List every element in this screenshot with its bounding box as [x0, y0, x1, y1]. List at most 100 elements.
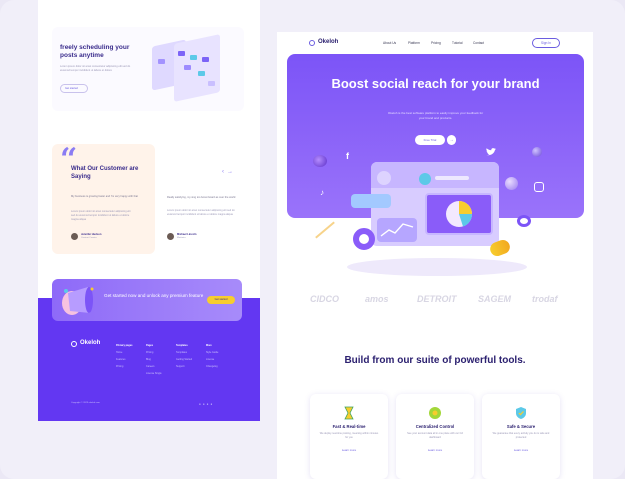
brand-logo: SAGEM — [478, 294, 512, 304]
calendar-illustration — [148, 34, 234, 103]
sphere-decoration — [505, 177, 518, 190]
shield-icon — [514, 406, 528, 420]
feature-card: Fast & Real-time We deploy real-time pos… — [310, 394, 388, 479]
feature-text: We deploy real-time posting, meaning wit… — [319, 432, 379, 439]
free-trial-button[interactable]: Free Trial — [415, 135, 445, 145]
arrow-right-icon[interactable]: → — [227, 169, 236, 175]
footer-link[interactable]: Style Guide — [206, 351, 218, 354]
footer-link[interactable]: Careers — [146, 365, 155, 368]
twitter-icon — [486, 143, 496, 156]
footer-link[interactable]: Home — [116, 351, 122, 354]
learn-more-link[interactable]: Learn more — [310, 448, 388, 452]
feature-text: We guarantee that every activity you do … — [492, 432, 550, 439]
nav-logo[interactable]: Okeloh — [318, 39, 338, 45]
ring-decoration — [313, 155, 327, 167]
footer-link[interactable]: Templates — [176, 351, 187, 354]
line-chart-card — [377, 218, 417, 242]
scheduling-description: Lorem ipsum dolor sit amet consectetur a… — [60, 65, 131, 72]
testimonial-role: Content Creator — [81, 237, 97, 239]
brand-logo: trodaf — [532, 294, 558, 304]
feature-title: Safe & Secure — [506, 424, 536, 429]
facebook-icon: f — [346, 151, 349, 161]
pie-chart-card — [425, 193, 493, 235]
avatar — [167, 233, 174, 240]
footer-logo[interactable]: Okeloh — [80, 340, 100, 346]
brand-logo: CIDCO — [310, 294, 339, 304]
nav-pricing[interactable]: Pricing — [431, 41, 441, 45]
dashboard-bar — [435, 176, 469, 180]
ring-decoration — [353, 228, 375, 250]
nav-tutorial[interactable]: Tutorial — [452, 41, 463, 45]
footer-link[interactable]: Getting Started — [176, 358, 192, 361]
nav-about[interactable]: About Us — [383, 41, 396, 45]
footer-column: Templates Templates Getting Started Supp… — [176, 342, 192, 370]
avatar — [71, 233, 78, 240]
nav-contact[interactable]: Contact — [473, 41, 484, 45]
feature-card: Safe & Secure We guarantee that every ac… — [482, 394, 560, 479]
footer-col-head: Primary pages — [116, 344, 133, 347]
ring-decoration — [517, 215, 531, 227]
scheduling-button[interactable]: Get started — [60, 84, 88, 93]
testimonial-card: “ What Our Customer are Saying My busine… — [52, 142, 155, 254]
linkedin-icon[interactable]: ● — [210, 402, 214, 406]
tiktok-icon: ♪ — [320, 188, 324, 197]
testimonial-name-2: Michael Lincoln — [177, 233, 197, 236]
megaphone-icon — [62, 287, 94, 315]
right-page: Okeloh About Us Platform Pricing Tutoria… — [277, 32, 593, 479]
footer-col-head: More — [206, 344, 212, 347]
left-page: freely scheduling your posts anytime Lor… — [38, 0, 260, 421]
scheduling-section: freely scheduling your posts anytime Lor… — [52, 27, 244, 111]
brand-logo: amos — [365, 294, 389, 304]
footer-link[interactable]: Features — [116, 358, 125, 361]
footer-link[interactable]: Pricing — [146, 351, 153, 354]
feature-text: See your account data all in one place w… — [407, 432, 463, 439]
testimonial-role-2: Marketer — [177, 237, 186, 239]
testimonials-heading: What Our Customer are Saying — [71, 166, 139, 180]
footer-column: Pages Pricing Blog Careers License Singl… — [146, 342, 162, 377]
avatar — [377, 171, 391, 185]
learn-more-link[interactable]: Learn more — [482, 448, 560, 452]
instagram-icon — [534, 182, 544, 192]
footer-link[interactable]: Changelog — [206, 365, 218, 368]
testimonial-name: Jennifer Hudson — [81, 233, 102, 236]
footer-link[interactable]: Blog — [146, 358, 151, 361]
learn-more-link[interactable]: Learn more — [396, 448, 474, 452]
logo-icon — [71, 341, 77, 347]
footer-link[interactable]: Pricing — [116, 365, 123, 368]
cta-button[interactable]: Get started — [207, 296, 235, 304]
footer-column: More Style Guide License Changelog — [206, 342, 218, 370]
footer-link[interactable]: Support — [176, 365, 184, 368]
feature-card: Centralized Control See your account dat… — [396, 394, 474, 479]
brand-logo: DETROIT — [417, 294, 457, 304]
sphere-decoration — [532, 147, 542, 157]
footer-link[interactable]: License Single — [146, 372, 162, 375]
dashboard-card — [351, 194, 391, 208]
scheduling-title: freely scheduling your posts anytime — [60, 44, 130, 59]
illustration-shadow — [347, 258, 527, 276]
cta-banner: Get started now and unlock any premium f… — [52, 279, 242, 321]
cta-text: Get started now and unlock any premium f… — [104, 293, 204, 298]
testimonial-text-2: Lorem ipsum dolor sit amet consectetur a… — [167, 209, 235, 216]
gear-icon — [428, 406, 442, 420]
logo-icon — [309, 40, 315, 46]
status-dot — [419, 173, 431, 185]
footer-link[interactable]: License — [206, 358, 214, 361]
canvas: freely scheduling your posts anytime Lor… — [0, 0, 625, 479]
hero-title: Boost social reach for your brand — [331, 76, 540, 91]
social-icons[interactable]: ●●●● — [199, 402, 214, 406]
arrow-right-icon[interactable]: → — [447, 135, 456, 145]
footer-col-head: Pages — [146, 344, 154, 347]
copyright: Copyright © 2023 okeloh.com — [71, 402, 100, 404]
footer-column: Primary pages Home Features Pricing — [116, 342, 132, 370]
hero-description: Okeloh is the best software platform to … — [387, 111, 484, 120]
feature-title: Centralized Control — [415, 424, 455, 429]
pencil-decoration — [315, 221, 335, 239]
footer-col-head: Templates — [176, 344, 188, 347]
sign-in-button[interactable]: Sign In — [532, 38, 560, 48]
testimonial-quote-2: Really satisfying, my sing too boost boa… — [167, 196, 236, 199]
testimonial-text: Lorem ipsum dolor sit amet consectetur a… — [71, 210, 131, 221]
feature-title: Fast & Real-time — [332, 424, 366, 429]
carousel-arrows[interactable]: ‹→ — [222, 169, 236, 175]
tools-heading: Build from our suite of powerful tools. — [344, 355, 526, 366]
nav-platform[interactable]: Platform — [408, 41, 420, 45]
